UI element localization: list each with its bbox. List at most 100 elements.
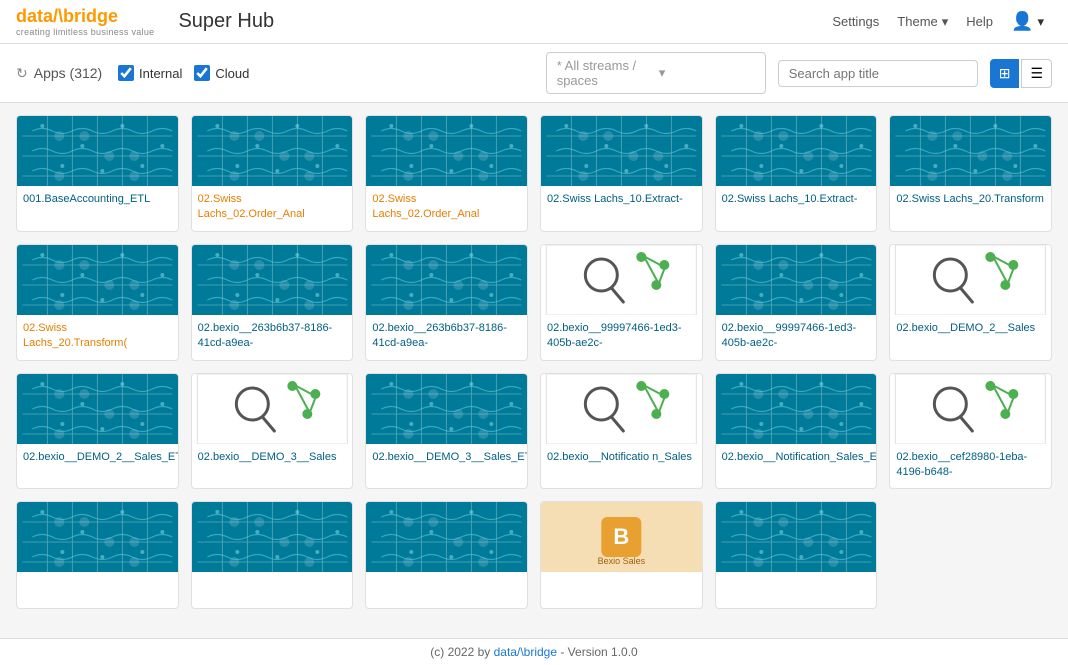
app-count: ↻ Apps (312): [16, 65, 106, 82]
app-card[interactable]: 02.bexio__cef28980-1eba-4196-b648-: [889, 373, 1052, 490]
user-icon: 👤: [1011, 11, 1033, 32]
app-card[interactable]: 02.bexio__DEMO_3__Sales: [191, 373, 354, 490]
svg-text:B: B: [613, 524, 629, 549]
app-card[interactable]: 02.bexio__99997466-1ed3-405b-ae2c-: [715, 244, 878, 361]
app-card[interactable]: B Bexio Sales: [540, 501, 703, 609]
cloud-checkbox[interactable]: [194, 65, 210, 81]
internal-filter[interactable]: Internal: [118, 65, 182, 81]
app-card[interactable]: 02.bexio__Notificatio n_Sales: [540, 373, 703, 490]
app-label: [366, 572, 527, 608]
app-label: [17, 572, 178, 608]
app-card[interactable]: [715, 501, 878, 609]
app-card[interactable]: 02.bexio__DEMO_3__Sales_ETL: [365, 373, 528, 490]
main-content: 001.BaseAccounting_ETL: [0, 103, 1068, 638]
app-thumbnail: [541, 374, 702, 444]
app-card[interactable]: 02.bexio__263b6b37-8186-41cd-a9ea-: [191, 244, 354, 361]
theme-label: Theme: [897, 14, 937, 29]
internal-label: Internal: [139, 66, 182, 81]
app-card[interactable]: 02.Swiss Lachs_20.Transform(: [16, 244, 179, 361]
app-card[interactable]: 02.Swiss Lachs_20.Transform: [889, 115, 1052, 232]
filter-bar: ↻ Apps (312) Internal Cloud * All stream…: [0, 44, 1068, 103]
app-card[interactable]: 02.bexio__DEMO_2__Sales: [889, 244, 1052, 361]
footer: (c) 2022 by data/\bridge - Version 1.0.0: [0, 638, 1068, 665]
app-title: Super Hub: [178, 10, 274, 33]
app-thumbnail: [890, 374, 1051, 444]
refresh-icon[interactable]: ↻: [16, 65, 28, 82]
cloud-filter[interactable]: Cloud: [194, 65, 249, 81]
app-thumbnail: [192, 116, 353, 186]
logo: data/\bridge creating limitless business…: [16, 6, 154, 37]
app-card[interactable]: [16, 501, 179, 609]
list-view-button[interactable]: ☰: [1021, 59, 1052, 88]
app-card[interactable]: 02.Swiss Lachs_02.Order_Anal: [365, 115, 528, 232]
app-thumbnail: [17, 116, 178, 186]
user-menu-button[interactable]: 👤 ▾: [1003, 7, 1052, 36]
app-card[interactable]: 02.bexio__Notification_Sales_ETL: [715, 373, 878, 490]
app-card[interactable]: 02.bexio__DEMO_2__Sales_ETL: [16, 373, 179, 490]
apps-grid: 001.BaseAccounting_ETL: [16, 115, 1052, 609]
app-label: 02.Swiss Lachs_20.Transform(: [17, 315, 178, 360]
app-label: 02.bexio__DEMO_3__Sales: [192, 444, 353, 480]
app-label: 02.bexio__DEMO_2__Sales: [890, 315, 1051, 351]
apps-grid-container[interactable]: 001.BaseAccounting_ETL: [0, 103, 1068, 638]
app-thumbnail: [192, 374, 353, 444]
app-thumbnail: [17, 502, 178, 572]
view-toggle: ⊞ ☰: [990, 59, 1052, 88]
app-card[interactable]: 02.Swiss Lachs_10.Extract-: [540, 115, 703, 232]
app-thumbnail: [716, 502, 877, 572]
svg-text:Bexio Sales: Bexio Sales: [598, 556, 646, 566]
app-thumbnail: [716, 116, 877, 186]
app-thumbnail: [366, 502, 527, 572]
logo-subtitle: creating limitless business value: [16, 27, 154, 37]
settings-link[interactable]: Settings: [822, 10, 889, 33]
app-card[interactable]: 02.bexio__99997466-1ed3-405b-ae2c-: [540, 244, 703, 361]
search-input[interactable]: [789, 66, 967, 81]
app-thumbnail: [716, 245, 877, 315]
footer-link[interactable]: data/\bridge: [494, 645, 557, 659]
app-thumbnail: [890, 245, 1051, 315]
app-label: 001.BaseAccounting_ETL: [17, 186, 178, 222]
app-thumbnail: [366, 245, 527, 315]
user-chevron-icon: ▾: [1037, 14, 1044, 30]
app-thumbnail: [890, 116, 1051, 186]
app-thumbnail: [17, 245, 178, 315]
app-thumbnail: [716, 374, 877, 444]
app-card[interactable]: [191, 501, 354, 609]
internal-checkbox[interactable]: [118, 65, 134, 81]
logo-slash: /\: [53, 6, 63, 26]
app-label: 02.bexio__263b6b37-8186-41cd-a9ea-: [192, 315, 353, 360]
chevron-down-icon: ▾: [942, 14, 949, 30]
app-label: 02.bexio__DEMO_3__Sales_ETL: [366, 444, 527, 480]
search-box: [778, 60, 978, 87]
app-card[interactable]: 02.Swiss Lachs_02.Order_Anal: [191, 115, 354, 232]
help-link[interactable]: Help: [956, 10, 1003, 33]
cloud-label: Cloud: [215, 66, 249, 81]
theme-button[interactable]: Theme ▾: [889, 10, 956, 34]
app-label: 02.Swiss Lachs_02.Order_Anal: [192, 186, 353, 231]
app-count-label: Apps (312): [34, 65, 102, 81]
app-card[interactable]: 001.BaseAccounting_ETL: [16, 115, 179, 232]
app-thumbnail: B Bexio Sales: [541, 502, 702, 572]
app-label: 02.bexio__Notificatio n_Sales: [541, 444, 702, 480]
app-thumbnail: [192, 245, 353, 315]
logo-brand: data: [16, 6, 53, 26]
app-thumbnail: [366, 374, 527, 444]
app-label: 02.bexio__DEMO_2__Sales_ETL: [17, 444, 178, 480]
streams-placeholder: * All streams / spaces: [557, 58, 653, 88]
app-label: 02.Swiss Lachs_10.Extract-: [716, 186, 877, 222]
footer-text: (c) 2022 by: [430, 645, 493, 659]
app-card[interactable]: [365, 501, 528, 609]
app-card[interactable]: 02.bexio__263b6b37-8186-41cd-a9ea-: [365, 244, 528, 361]
streams-dropdown[interactable]: * All streams / spaces ▾: [546, 52, 766, 94]
app-thumbnail: [541, 245, 702, 315]
app-thumbnail: [17, 374, 178, 444]
app-label: 02.bexio__cef28980-1eba-4196-b648-: [890, 444, 1051, 489]
app-thumbnail: [541, 116, 702, 186]
app-card[interactable]: 02.Swiss Lachs_10.Extract-: [715, 115, 878, 232]
app-label: 02.Swiss Lachs_02.Order_Anal: [366, 186, 527, 231]
app-label: [716, 572, 877, 608]
app-thumbnail: [192, 502, 353, 572]
app-label: 02.bexio__263b6b37-8186-41cd-a9ea-: [366, 315, 527, 360]
footer-version: - Version 1.0.0: [557, 645, 638, 659]
grid-view-button[interactable]: ⊞: [990, 59, 1020, 88]
